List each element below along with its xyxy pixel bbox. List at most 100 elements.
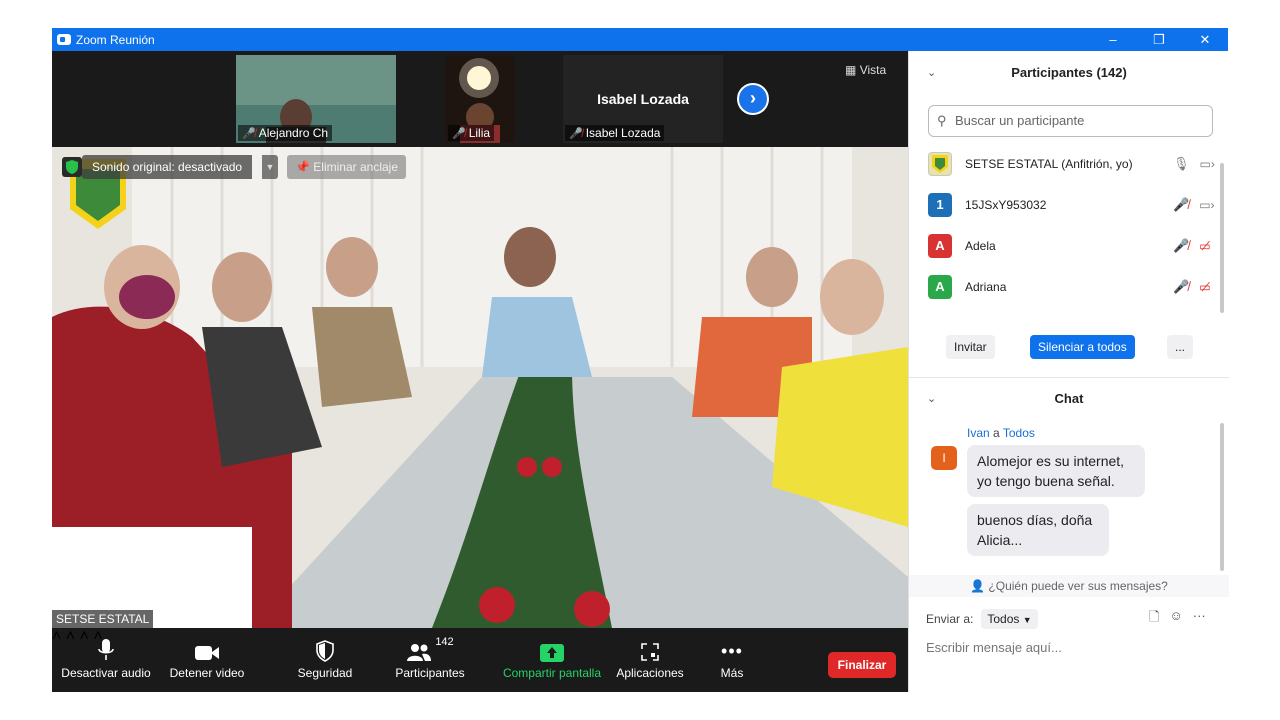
chat-recipient[interactable]: Todos xyxy=(1003,426,1035,440)
close-button[interactable]: ✕ xyxy=(1182,32,1228,48)
chat-sender-avatar: I xyxy=(931,446,957,470)
meeting-room-video xyxy=(52,147,908,628)
share-screen-icon xyxy=(540,644,564,662)
panel-divider xyxy=(909,377,1229,378)
participant-search-input[interactable]: ⚲ Buscar un participante xyxy=(928,105,1213,137)
thumbnail-lilia[interactable]: 🎤̸ Lilia xyxy=(446,55,514,143)
chat-sender-line: Ivan a Todos xyxy=(967,426,1035,440)
end-meeting-button[interactable]: Finalizar xyxy=(828,652,896,678)
participant-row[interactable]: SETSE ESTATAL (Anfitrión, yo) 🎙 ▭› xyxy=(909,143,1229,184)
send-to-dropdown[interactable]: Todos ▼ xyxy=(981,609,1038,629)
search-icon: ⚲ xyxy=(937,113,947,128)
participants-label: Participantes xyxy=(395,666,465,680)
mic-muted-icon: 🎤̸ xyxy=(452,127,466,140)
title-bar: Zoom Reunión – ❐ ✕ xyxy=(52,28,1228,51)
mic-muted-icon[interactable]: 🎤̸ xyxy=(1173,238,1189,254)
active-speaker-name: SETSE ESTATAL xyxy=(52,610,154,628)
thumbnail-strip: 🎤̸ Alejandro Ch 🎤̸ Lilia Isabel Lozada 🎤… xyxy=(52,51,908,147)
chat-message: Alomejor es su internet, yo tengo buena … xyxy=(967,445,1145,497)
zoom-logo-icon xyxy=(57,34,71,45)
unpin-button[interactable]: 📌 Eliminar anclaje xyxy=(287,155,406,179)
shield-icon xyxy=(316,640,334,662)
mic-muted-icon[interactable]: 🎤̸ xyxy=(1173,197,1189,213)
stop-video-button[interactable]: Detener video xyxy=(164,628,250,692)
emoji-icon[interactable]: ☺ xyxy=(1169,608,1182,630)
security-button[interactable]: Seguridad xyxy=(288,628,362,692)
more-label: Más xyxy=(720,666,744,680)
participants-button[interactable]: 142 Participantes xyxy=(390,628,470,692)
side-panel: ⌄ Participantes (142) ⚲ Buscar un partic… xyxy=(908,51,1229,692)
chat-actions: 🗋 ☺ ··· xyxy=(1149,608,1206,630)
chat-scrollbar[interactable] xyxy=(1220,423,1224,571)
participant-name: SETSE ESTATAL (Anfitrión, yo) xyxy=(965,156,1133,171)
participant-row[interactable]: 1 15JSxY953032 🎤̸ ▭› xyxy=(909,184,1229,225)
original-sound-status[interactable]: Sonido original: desactivado xyxy=(82,155,253,179)
chat-to-word: a xyxy=(993,426,1000,440)
video-area: 🎤̸ Alejandro Ch 🎤̸ Lilia Isabel Lozada 🎤… xyxy=(52,51,908,692)
more-dots-icon[interactable]: ··· xyxy=(1193,608,1206,630)
collapse-chevron-icon[interactable]: ⌄ xyxy=(927,51,936,95)
more-options-button[interactable]: ... xyxy=(1167,335,1194,359)
participants-header: ⌄ Participantes (142) xyxy=(909,51,1229,95)
collapse-chevron-icon[interactable]: ⌄ xyxy=(927,381,936,417)
minimize-button[interactable]: – xyxy=(1090,32,1136,47)
chat-sender[interactable]: Ivan xyxy=(967,426,990,440)
apps-button[interactable]: Aplicaciones xyxy=(614,628,686,692)
invite-button[interactable]: Invitar xyxy=(946,335,995,359)
participants-icon xyxy=(407,644,432,661)
chevron-down-icon[interactable]: ▼ xyxy=(262,155,278,179)
thumbnail-name-tag: 🎤̸ Isabel Lozada xyxy=(565,125,665,141)
thumbnail-name-tag: 🎤̸ Alejandro Ch xyxy=(238,125,333,141)
view-button[interactable]: ▦ Vista xyxy=(845,63,886,77)
unpin-label: Eliminar anclaje xyxy=(313,160,398,174)
mute-all-button[interactable]: Silenciar a todos xyxy=(1030,335,1135,359)
participant-list: SETSE ESTATAL (Anfitrión, yo) 🎙 ▭› 1 15J… xyxy=(909,143,1229,307)
thumbnail-name: Lilia xyxy=(468,126,491,140)
mute-audio-button[interactable]: Desactivar audio xyxy=(60,628,152,692)
participants-count: 142 xyxy=(435,636,454,648)
microphone-icon xyxy=(98,639,114,660)
participant-avatar: 1 xyxy=(928,192,952,217)
thumbnail-alejandro[interactable]: 🎤̸ Alejandro Ch xyxy=(236,55,396,143)
participants-title: Participantes (142) xyxy=(1011,65,1127,80)
mic-muted-icon: 🎤̸ xyxy=(242,127,256,140)
video-off-icon[interactable]: ▭̸ xyxy=(1199,280,1210,294)
zoom-window: Zoom Reunión – ❐ ✕ 🎤̸ Alejandro Ch 🎤̸ Li… xyxy=(52,28,1229,692)
video-camera-icon[interactable]: ▭› xyxy=(1200,157,1215,171)
more-button[interactable]: ••• Más xyxy=(708,628,756,692)
security-label: Seguridad xyxy=(297,666,353,680)
participant-row[interactable]: A Adriana 🎤̸ ▭̸ xyxy=(909,266,1229,307)
share-screen-button[interactable]: Compartir pantalla xyxy=(500,628,604,692)
participant-scrollbar[interactable] xyxy=(1220,163,1224,313)
meeting-toolbar: Desactivar audio ˄ Detener video ˄ Segur… xyxy=(52,628,908,692)
main-video: Sonido original: desactivado ▼ 📌 Elimina… xyxy=(52,147,908,628)
file-icon[interactable]: 🗋 xyxy=(1149,608,1159,630)
send-to-value: Todos xyxy=(987,612,1020,626)
visibility-text: ¿Quién puede ver sus mensajes? xyxy=(988,579,1168,593)
apps-icon xyxy=(641,643,659,661)
pin-icon: 📌 xyxy=(295,160,310,174)
message-visibility-link[interactable]: 👤 ¿Quién puede ver sus mensajes? xyxy=(909,575,1229,597)
person-icon: 👤 xyxy=(970,579,986,593)
window-title: Zoom Reunión xyxy=(76,32,155,47)
mic-muted-icon[interactable]: 🎤̸ xyxy=(1173,279,1189,295)
stop-video-label: Detener video xyxy=(169,666,245,680)
search-placeholder: Buscar un participante xyxy=(955,113,1085,128)
video-camera-icon[interactable]: ▭› xyxy=(1199,198,1214,212)
next-page-button[interactable]: › xyxy=(737,83,769,115)
thumbnail-isabel[interactable]: Isabel Lozada 🎤̸ Isabel Lozada xyxy=(563,55,723,143)
microphone-icon[interactable]: 🎙 xyxy=(1173,156,1190,172)
chat-title: Chat xyxy=(1054,391,1084,406)
participant-avatar: A xyxy=(928,274,952,299)
restore-button[interactable]: ❐ xyxy=(1136,32,1182,48)
grid-icon: ▦ xyxy=(845,63,857,77)
send-to-row: Enviar a: Todos ▼ xyxy=(926,609,1038,629)
thumbnail-display-name: Isabel Lozada xyxy=(597,91,689,107)
participant-row[interactable]: A Adela 🎤̸ ▭̸ xyxy=(909,225,1229,266)
chat-message-input[interactable]: Escribir mensaje aquí... xyxy=(926,640,1062,655)
thumbnail-name: Alejandro Ch xyxy=(258,126,329,140)
video-off-icon[interactable]: ▭̸ xyxy=(1199,239,1210,253)
chat-message: buenos días, doña Alicia... xyxy=(967,504,1109,556)
apps-label: Aplicaciones xyxy=(616,666,684,680)
participant-name: Adriana xyxy=(965,279,1007,294)
